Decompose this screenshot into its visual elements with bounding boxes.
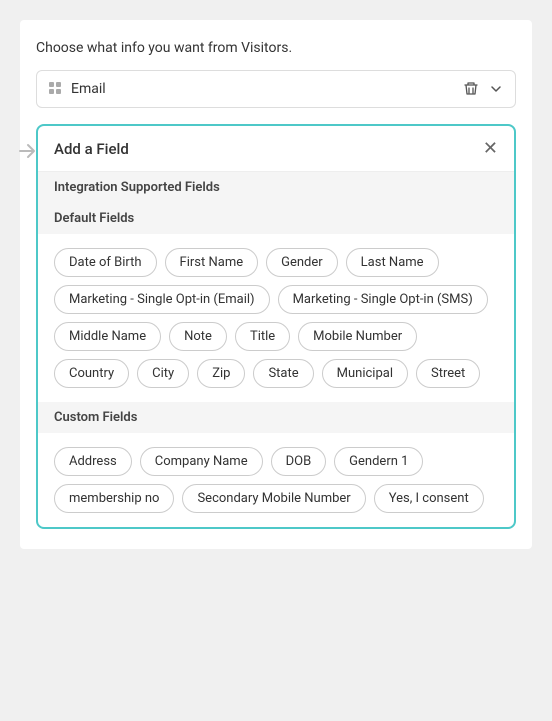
custom-field-chip[interactable]: Address xyxy=(54,447,132,476)
grid-icon xyxy=(49,82,63,96)
default-field-chip[interactable]: Last Name xyxy=(346,248,439,277)
close-panel-button[interactable]: ✕ xyxy=(483,138,498,159)
default-field-chip[interactable]: Marketing - Single Opt-in (Email) xyxy=(54,285,270,314)
email-label: Email xyxy=(71,81,106,97)
custom-field-chip[interactable]: Secondary Mobile Number xyxy=(182,484,365,513)
default-field-chip[interactable]: City xyxy=(137,359,189,388)
email-actions xyxy=(463,81,503,97)
custom-field-chip[interactable]: Company Name xyxy=(140,447,263,476)
default-field-chip[interactable]: Gender xyxy=(266,248,338,277)
custom-fields-group: Address Company Name DOBGendern 1 membershi… xyxy=(38,433,514,527)
default-field-chip[interactable]: Note xyxy=(169,322,227,351)
panel-header: Add a Field ✕ xyxy=(38,126,514,172)
default-field-chip[interactable]: Street xyxy=(416,359,480,388)
default-field-chip[interactable]: First Name xyxy=(165,248,259,277)
custom-field-chip[interactable]: Gendern 1 xyxy=(334,447,423,476)
custom-fields-label: Custom Fields xyxy=(38,402,514,433)
default-fields-group: Date of Birth First NameGender Last Name Ma… xyxy=(38,234,514,402)
chevron-down-button[interactable] xyxy=(489,82,503,96)
default-field-chip[interactable]: Middle Name xyxy=(54,322,161,351)
delete-email-button[interactable] xyxy=(463,81,479,97)
panel-title: Add a Field xyxy=(54,140,129,158)
default-field-chip[interactable]: Mobile Number xyxy=(298,322,417,351)
add-field-panel: Add a Field ✕ Integration Supported Fiel… xyxy=(36,124,516,529)
instruction-text: Choose what info you want from Visitors. xyxy=(36,40,516,56)
integration-label: Integration Supported Fields xyxy=(38,172,514,203)
default-field-chip[interactable]: Country xyxy=(54,359,129,388)
default-fields-label: Default Fields xyxy=(38,203,514,234)
custom-field-chip[interactable]: membership no xyxy=(54,484,174,513)
custom-field-chip[interactable]: Yes, I consent xyxy=(374,484,484,513)
email-row: Email xyxy=(36,70,516,108)
default-field-chip[interactable]: Municipal xyxy=(322,359,408,388)
default-field-chip[interactable]: State xyxy=(253,359,313,388)
default-field-chip[interactable]: Marketing - Single Opt-in (SMS) xyxy=(278,285,488,314)
trash-icon xyxy=(463,81,479,97)
arrow-indicator xyxy=(16,140,38,167)
default-field-chip[interactable]: Zip xyxy=(197,359,245,388)
default-field-chip[interactable]: Title xyxy=(235,322,290,351)
chevron-down-icon xyxy=(489,82,503,96)
email-left: Email xyxy=(49,81,106,97)
custom-field-chip[interactable]: DOB xyxy=(271,447,327,476)
default-field-chip[interactable]: Date of Birth xyxy=(54,248,157,277)
main-container: Choose what info you want from Visitors.… xyxy=(20,20,532,549)
